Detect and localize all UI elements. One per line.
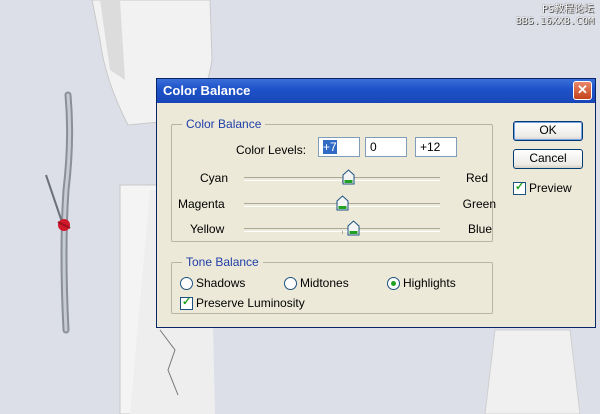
radio-circle (284, 276, 297, 290)
cyan-red-thumb[interactable] (342, 169, 355, 185)
magenta-green-level-input[interactable]: 0 (365, 137, 407, 157)
red-label: Red (465, 171, 488, 185)
highlights-radio[interactable]: Highlights (387, 276, 456, 290)
radio-circle (387, 276, 400, 290)
magenta-green-thumb[interactable] (336, 195, 349, 211)
yellow-blue-slider[interactable]: Yellow Blue (172, 220, 492, 240)
highlights-label: Highlights (403, 276, 456, 290)
color-levels-label: Color Levels: (236, 143, 307, 157)
ok-button[interactable]: OK (513, 121, 583, 141)
dialog-titlebar[interactable]: Color Balance ✕ (157, 79, 595, 103)
radio-selected-dot (391, 280, 396, 286)
cyan-red-level-input[interactable]: +7 (318, 137, 360, 157)
shadows-label: Shadows (196, 276, 246, 290)
watermark: PS教程论坛 BBS.16XX8.COM (516, 4, 594, 28)
close-button[interactable]: ✕ (573, 81, 592, 100)
preserve-luminosity-checkbox[interactable]: ✓ Preserve Luminosity (180, 296, 305, 310)
preview-label: Preview (529, 181, 572, 195)
magenta-label: Magenta (178, 197, 225, 211)
watermark-line-1: PS教程论坛 (541, 4, 594, 15)
checkmark-icon: ✓ (182, 295, 192, 308)
tone-balance-group-title: Tone Balance (182, 255, 263, 269)
checkmark-icon: ✓ (515, 180, 525, 193)
yellow-blue-thumb[interactable] (347, 220, 360, 236)
shadows-radio[interactable]: Shadows (180, 276, 245, 290)
midtones-radio[interactable]: Midtones (284, 276, 349, 290)
midtones-label: Midtones (300, 276, 349, 290)
preserve-luminosity-label: Preserve Luminosity (196, 296, 305, 310)
cyan-red-slider[interactable]: Cyan Red (172, 169, 490, 189)
yellow-label: Yellow (190, 222, 225, 236)
color-balance-group-title: Color Balance (182, 117, 266, 131)
watermark-line-2: BBS.16XX8.COM (515, 16, 594, 27)
dialog-title: Color Balance (163, 83, 251, 98)
checkbox-box: ✓ (513, 180, 526, 195)
checkbox-box: ✓ (180, 295, 193, 310)
cyan-label: Cyan (200, 171, 229, 185)
radio-circle (180, 276, 193, 290)
yellow-blue-level-input[interactable]: +12 (415, 137, 457, 157)
tone-balance-group: Tone Balance Shadows Midtones Highlights… (171, 255, 493, 314)
blue-label: Blue (467, 222, 492, 236)
close-icon: ✕ (577, 82, 588, 97)
slider-center-tick (342, 231, 343, 234)
magenta-green-slider[interactable]: Magenta Green (172, 195, 496, 215)
cancel-button[interactable]: Cancel (513, 149, 583, 169)
color-balance-dialog: Color Balance ✕ Color Balance Color Leve… (156, 78, 596, 328)
preview-checkbox[interactable]: ✓ Preview (513, 181, 572, 195)
green-label: Green (462, 197, 496, 211)
color-balance-group: Color Balance Color Levels: +7 0 +12 Cya… (171, 117, 496, 242)
